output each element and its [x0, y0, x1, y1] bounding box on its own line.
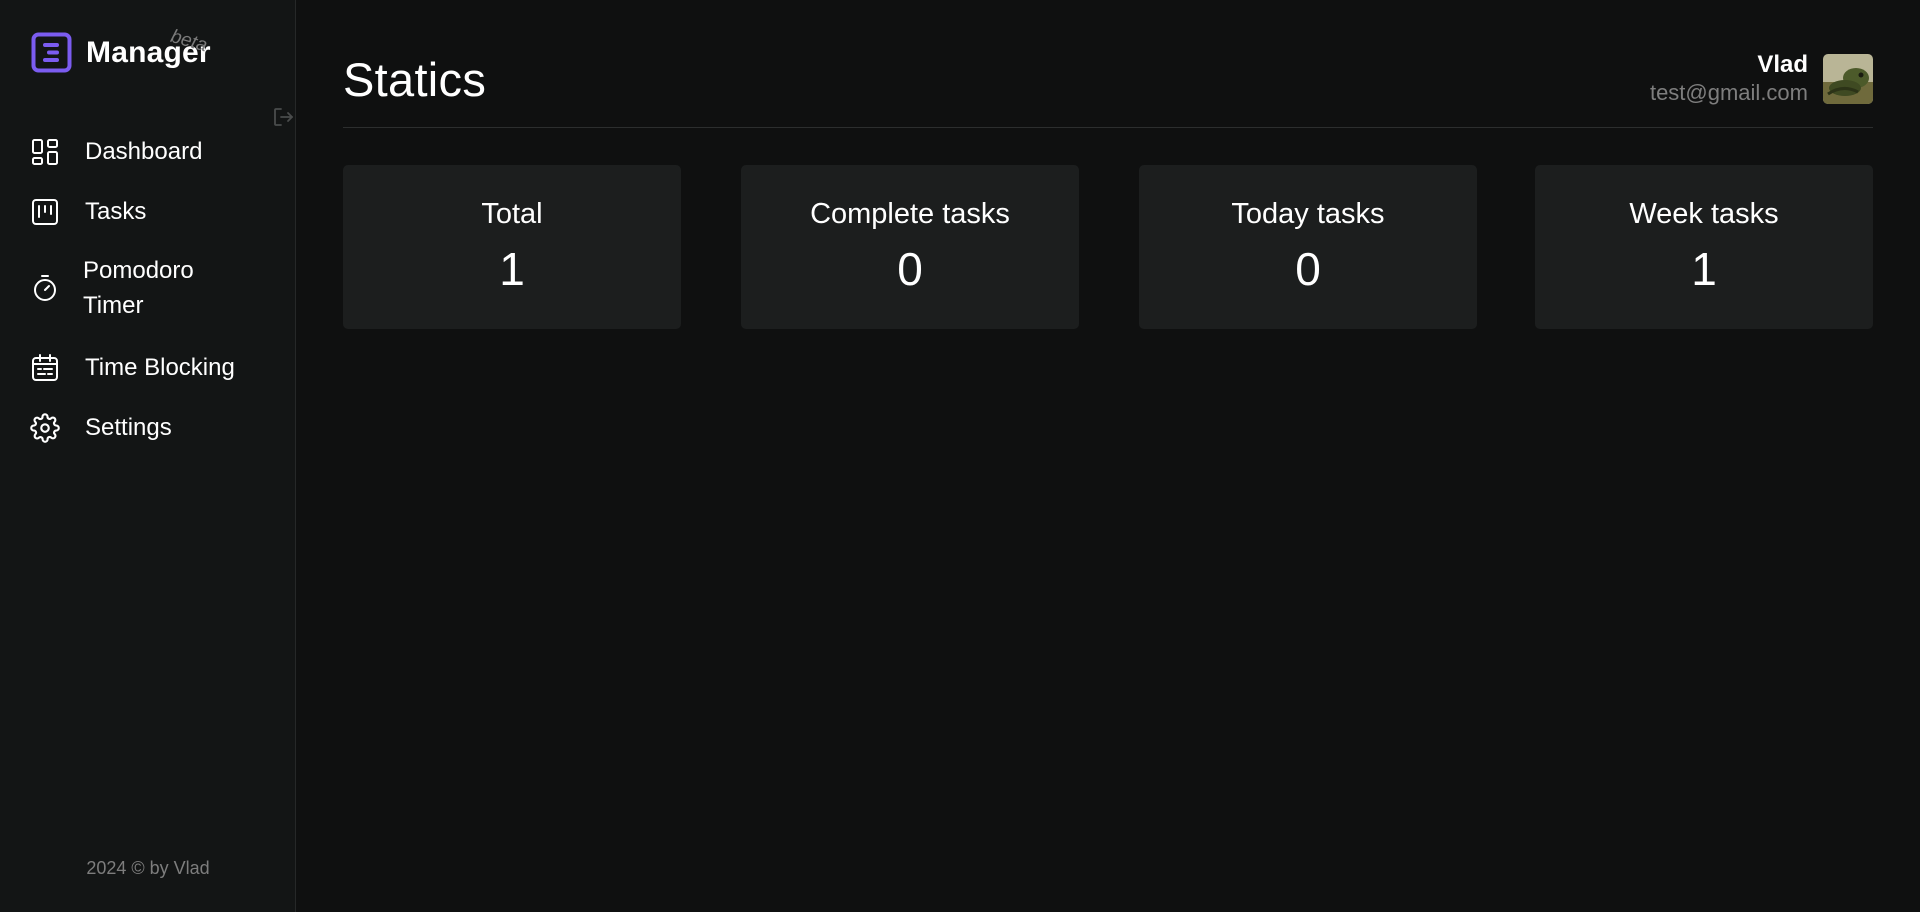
- sidebar-footer: 2024 © by Vlad: [86, 858, 210, 878]
- stat-card-week-tasks: Week tasks 1: [1535, 165, 1873, 329]
- sidebar-item-dashboard[interactable]: Dashboard: [30, 134, 202, 169]
- calendar-icon: [32, 353, 58, 381]
- stat-card-complete-tasks: Complete tasks 0: [741, 165, 1079, 329]
- sidebar-item-label: Settings: [85, 414, 172, 441]
- sidebar: Manager beta Dashboard Tasks Pomodoro Ti…: [0, 0, 296, 912]
- user-info: Vlad test@gmail.com: [1650, 51, 1808, 107]
- page-title: Statics: [343, 53, 487, 106]
- stat-label: Today tasks: [1231, 198, 1385, 230]
- user-name: Vlad: [1757, 51, 1808, 78]
- page-header: Statics Vlad test@gmail.com: [343, 40, 1873, 128]
- sidebar-item-pomodoro-timer[interactable]: Pomodoro Timer: [30, 253, 223, 323]
- sidebar-item-settings[interactable]: Settings: [30, 410, 172, 445]
- kanban-icon: [32, 198, 58, 225]
- sidebar-item-tasks[interactable]: Tasks: [30, 194, 146, 229]
- stat-label: Total: [481, 198, 543, 230]
- stat-value: 0: [1295, 243, 1321, 295]
- stat-card-today-tasks: Today tasks 0: [1139, 165, 1477, 329]
- timer-icon: [34, 275, 56, 301]
- sidebar-item-label: Pomodoro Timer: [83, 257, 194, 319]
- sidebar-item-label: Tasks: [85, 198, 147, 225]
- stat-value: 1: [1691, 243, 1717, 295]
- manager-logo-icon: [31, 32, 72, 73]
- user-email: test@gmail.com: [1649, 80, 1808, 105]
- app: Manager beta Dashboard Tasks Pomodoro Ti…: [0, 0, 1920, 912]
- logout-icon[interactable]: [271, 105, 295, 129]
- sidebar-item-label: Time Blocking: [85, 354, 235, 381]
- stat-value: 1: [499, 243, 525, 295]
- gear-icon: [30, 412, 60, 443]
- stats-grid: Total 1 Complete tasks 0 Today tasks 0 W…: [343, 165, 1873, 329]
- stat-label: Complete tasks: [810, 198, 1010, 230]
- avatar[interactable]: [1823, 54, 1873, 104]
- user-profile[interactable]: Vlad test@gmail.com: [1650, 51, 1873, 107]
- dashboard-icon: [32, 138, 58, 165]
- stat-value: 0: [897, 243, 923, 295]
- sidebar-item-time-blocking[interactable]: Time Blocking: [30, 350, 235, 385]
- stat-card-total: Total 1: [343, 165, 681, 329]
- sidebar-item-label: Dashboard: [85, 138, 203, 165]
- stat-label: Week tasks: [1629, 198, 1779, 230]
